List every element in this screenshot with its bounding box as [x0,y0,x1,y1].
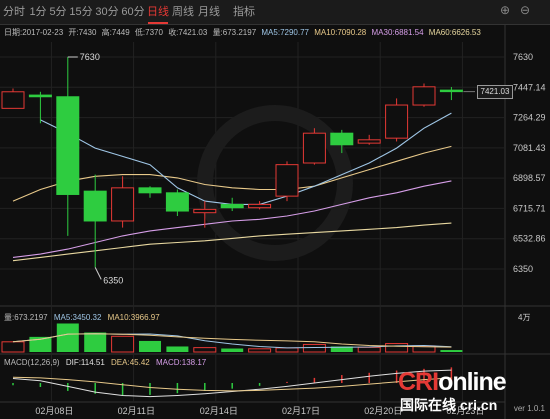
x-tick-label: 02月08日 [35,406,73,416]
y-tick-label: 6350 [513,264,533,274]
x-tick-label: 02月17日 [282,406,320,416]
volume-bar [56,323,79,352]
macd-info-bar: MACD(12,26,9) DIF:114.51 DEA:45.42 MACD:… [4,358,210,367]
macd-dea: DEA:45.42 [111,358,150,367]
vol-ma10: MA10:3966.97 [107,313,160,322]
volume-bar [193,347,217,353]
candle-body [439,89,463,93]
candle-body [1,91,25,109]
high-annotation: 7630 [80,52,100,62]
candle-body [275,164,299,197]
vol-value: 量:673.2197 [4,313,48,322]
candle-body [56,96,80,195]
volume-bar [440,350,463,352]
cri-logo: CRIonline [398,368,507,396]
volume-bar [111,335,135,353]
y-tick-label: 6532.86 [513,234,546,244]
cri-watermark: CRIonline 国际在线 cri.cn [398,368,507,413]
volume-info-bar: 量:673.2197 MA5:3450.32 MA10:3966.97 [4,312,164,323]
volume-bar [1,341,25,353]
candle-body [302,132,326,164]
candle-body [385,104,409,139]
cri-subtitle: 国际在线 cri.cn [400,397,498,413]
candle-body [111,187,135,222]
last-price-label: 7421.03 [477,85,513,99]
macd-title: MACD(12,26,9) [4,358,60,367]
candle-body [193,208,217,214]
volume-bar [385,343,409,353]
volume-bar [166,346,189,352]
volume-bar [302,343,326,353]
vol-scale-label: 4万 [518,313,531,322]
macd-value: MACD:138.17 [155,358,207,367]
candle-body [28,94,52,98]
volume-bar [221,348,244,352]
kline-chart: 6350 6532.86 6715.71 6898.57 7081.43 7264.29 7… [0,24,550,419]
candle-body [357,139,381,144]
y-tick-label: 7264.29 [513,113,546,123]
x-tick-label: 02月14日 [200,406,238,416]
y-tick-label: 7630 [513,52,533,62]
vol-ma5: MA5:3450.32 [53,313,102,322]
y-tick-label: 6898.57 [513,173,546,183]
y-tick-label: 6715.71 [513,203,546,213]
volume-bar [139,340,161,352]
y-tick-label: 7447.14 [513,82,546,92]
volume-bar [248,348,272,353]
candle-body [165,192,189,212]
candle-body [248,203,272,209]
volume-bar [84,332,107,352]
candle-body [138,187,162,194]
low-annotation: 6350 [103,275,123,285]
x-tick-label: 02月11日 [118,406,155,416]
version-label: ver 1.0.1 [513,404,545,413]
candle-body [412,86,436,106]
candle-body [220,203,244,209]
volume-bar [357,346,381,353]
x-tick-label: 02月20日 [364,406,402,416]
macd-dif: DIF:114.51 [65,358,105,367]
y-tick-label: 7081.43 [513,143,546,153]
volume-bar [275,347,299,353]
candle-body [83,190,107,222]
candle-body [330,132,354,146]
